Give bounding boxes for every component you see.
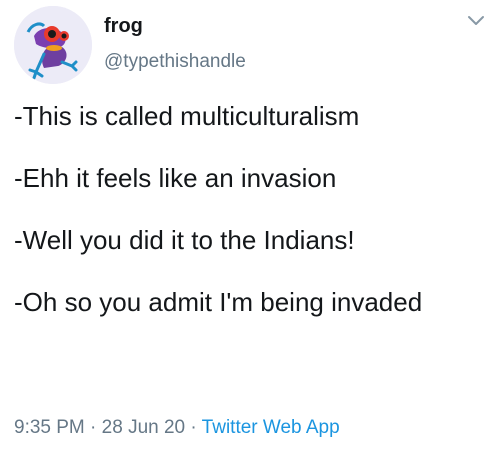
tweet-card: frog @typethishandle -This is called mul… <box>0 0 500 449</box>
separator: · <box>90 417 97 438</box>
avatar[interactable] <box>14 6 92 84</box>
display-name[interactable]: frog <box>104 14 143 38</box>
tweet-line: -Ehh it feels like an invasion <box>14 163 337 193</box>
tweet-date[interactable]: 28 Jun 20 <box>102 417 185 438</box>
tweet-line: -This is called multiculturalism <box>14 101 360 131</box>
tweet-metadata: 9:35 PM · 28 Jun 20 · Twitter Web App <box>14 416 340 440</box>
user-handle[interactable]: @typethishandle <box>104 50 246 74</box>
frog-avatar-icon <box>14 6 92 84</box>
chevron-down-icon[interactable] <box>464 8 488 32</box>
tweet-line: -Oh so you admit I'm being invaded <box>14 287 423 317</box>
separator: · <box>190 417 197 438</box>
source-app-link[interactable]: Twitter Web App <box>202 417 340 438</box>
tweet-time[interactable]: 9:35 PM <box>14 417 85 438</box>
tweet-line: -Well you did it to the Indians! <box>14 225 355 255</box>
tweet-text: -This is called multiculturalism -Ehh it… <box>14 100 484 318</box>
